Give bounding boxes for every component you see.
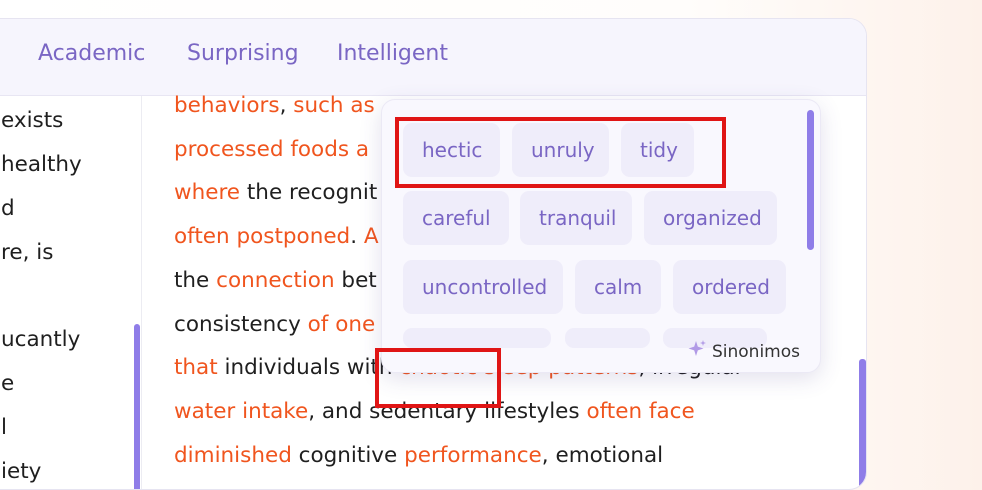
body-text-line: where the recognit xyxy=(174,180,377,205)
left-text-line: e xyxy=(1,371,15,396)
synonym-chip-partial[interactable] xyxy=(565,328,650,348)
highlighted-phrase[interactable]: connection xyxy=(216,268,334,293)
tab-academic[interactable]: Academic xyxy=(38,41,145,66)
left-scrollbar-thumb[interactable] xyxy=(134,324,140,489)
text-span: the xyxy=(174,267,217,293)
left-text-line: ucantly xyxy=(1,327,81,352)
synonym-chip[interactable]: tranquil xyxy=(520,191,632,245)
popup-scrollbar-thumb[interactable] xyxy=(807,110,814,250)
left-text-line: iety xyxy=(1,459,42,484)
synonym-popup: hectic unruly tidy careful tranquil orga… xyxy=(381,99,821,373)
synonym-chip[interactable]: hectic xyxy=(403,123,500,177)
body-text-line: the connection bet xyxy=(174,268,377,293)
highlighted-phrase[interactable]: such as xyxy=(293,93,375,118)
sparkle-icon xyxy=(687,339,707,364)
highlighted-phrase[interactable]: where xyxy=(174,180,240,205)
text-span: . xyxy=(350,224,364,250)
footer-label: Sinonimos xyxy=(711,341,800,362)
body-text-line: diminished cognitive performance, emotio… xyxy=(174,443,663,468)
text-span: , xyxy=(279,93,294,118)
synonyms-footer: Sinonimos xyxy=(687,339,800,364)
text-span: bet xyxy=(334,267,377,293)
left-text-line: d xyxy=(1,196,15,221)
text-span: consistency xyxy=(174,311,308,337)
synonym-chip[interactable]: unruly xyxy=(512,123,609,177)
left-text-line: re, is xyxy=(1,240,54,265)
highlighted-phrase[interactable]: that xyxy=(174,355,218,380)
left-text-line: healthy xyxy=(1,152,82,177)
highlighted-phrase[interactable]: diminished xyxy=(174,443,292,468)
text-span: cognitive xyxy=(291,442,405,468)
highlighted-phrase[interactable]: performance xyxy=(404,443,542,468)
highlighted-phrase[interactable]: water intake xyxy=(174,399,308,424)
original-text-column: exists healthy d re, is ucantly e l iety xyxy=(0,96,142,489)
highlighted-phrase[interactable]: often postponed xyxy=(174,224,350,249)
body-text-line: behaviors, such as xyxy=(174,93,375,118)
synonym-chip[interactable]: uncontrolled xyxy=(403,260,563,314)
left-text-line: l xyxy=(1,415,7,440)
synonym-chip[interactable]: ordered xyxy=(673,260,786,314)
body-text-line: water intake, and sedentary lifestyles o… xyxy=(174,399,695,424)
text-span: individuals with xyxy=(217,355,400,381)
highlighted-phrase[interactable]: often face xyxy=(586,399,694,424)
synonym-chip[interactable]: careful xyxy=(403,191,509,245)
text-span: , emotional xyxy=(541,442,664,468)
synonym-chip[interactable]: calm xyxy=(575,260,661,314)
synonym-chip[interactable]: tidy xyxy=(621,123,694,177)
highlighted-phrase[interactable]: behaviors xyxy=(174,93,280,118)
body-text-line: often postponed. A xyxy=(174,224,379,249)
highlighted-phrase[interactable]: A xyxy=(364,224,379,249)
synonym-chip[interactable]: organized xyxy=(644,191,777,245)
synonym-chip-partial[interactable] xyxy=(403,328,551,348)
tab-surprising[interactable]: Surprising xyxy=(187,41,299,66)
body-text-line: consistency of one xyxy=(174,312,375,337)
highlighted-phrase[interactable]: of one xyxy=(308,312,376,337)
right-scrollbar-thumb[interactable] xyxy=(859,359,866,489)
body-text-line: processed foods a xyxy=(174,137,369,162)
text-span: , and sedentary lifestyles xyxy=(308,398,587,424)
left-text-line: exists xyxy=(1,108,64,133)
highlighted-phrase[interactable]: processed foods a xyxy=(174,137,369,162)
tab-intelligent[interactable]: Intelligent xyxy=(337,41,448,66)
text-span: the recognit xyxy=(240,180,378,206)
tone-tab-bar: Academic Surprising Intelligent xyxy=(0,19,866,96)
